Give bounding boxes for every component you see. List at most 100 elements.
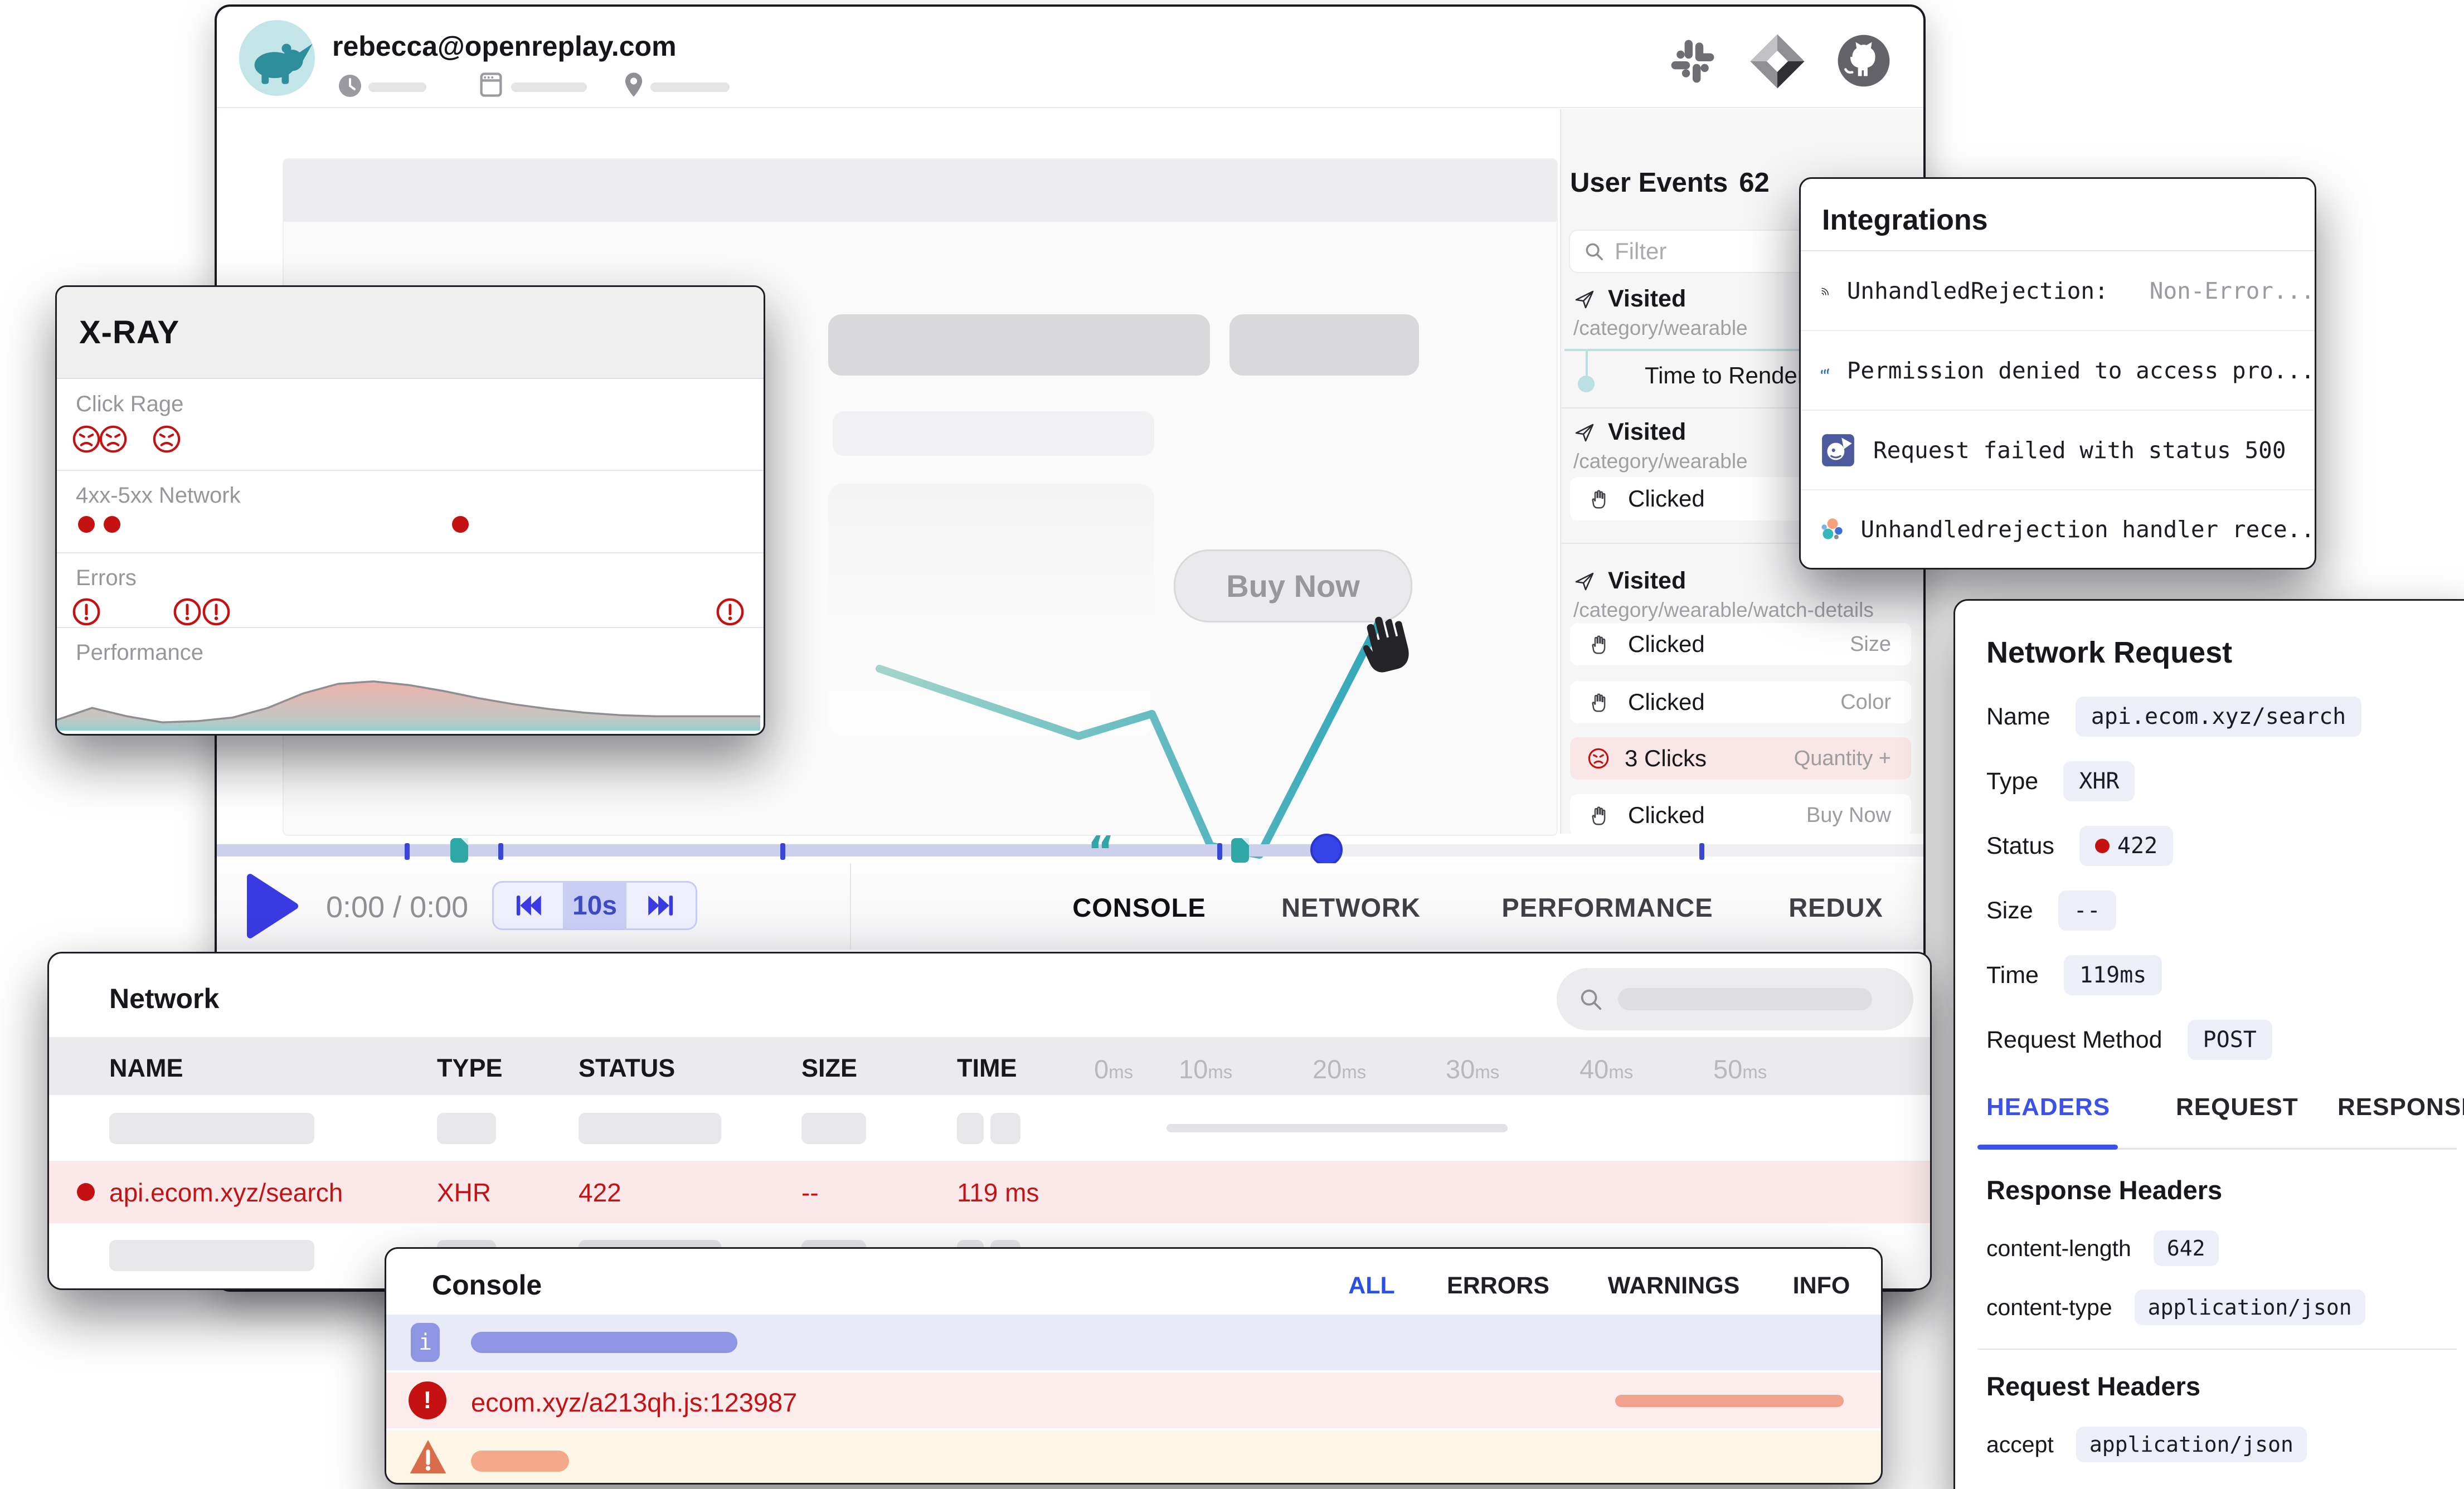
play-button[interactable] <box>246 873 299 939</box>
sentry-icon <box>1820 273 1830 309</box>
network-row-skeleton[interactable] <box>49 1095 1930 1161</box>
network-row-error[interactable]: api.ecom.xyz/search XHR 422 -- 119 ms <box>49 1161 1930 1223</box>
header-value[interactable]: application/json <box>2135 1290 2365 1325</box>
timeline-event-tick[interactable] <box>1699 843 1704 860</box>
event-label: Clicked <box>1628 485 1705 512</box>
event-label: Clicked <box>1628 802 1705 829</box>
datadog-icon <box>1820 432 1856 469</box>
location-pin-icon <box>619 69 648 100</box>
event-group-label: Visited <box>1608 419 1686 446</box>
integration-row-blue-waves[interactable]: Permission denied to access pro... <box>1801 331 2315 411</box>
tab-redux[interactable]: REDUX <box>1789 892 1883 923</box>
pointer-hand-icon <box>1589 691 1611 713</box>
timeline-progress <box>217 844 1329 857</box>
event-detail: Size <box>1850 632 1891 656</box>
header-value[interactable]: application/json <box>2076 1427 2307 1462</box>
skip-back-icon <box>514 891 543 920</box>
console-row-error[interactable]: ! ecom.xyz/a213qh.js:123987 <box>386 1373 1881 1428</box>
event-card-clicked[interactable]: Clicked Buy Now <box>1570 794 1911 834</box>
timeline-event-tick[interactable] <box>1217 843 1222 860</box>
error-icon[interactable] <box>71 596 102 627</box>
field-value[interactable]: XHR <box>2063 761 2135 801</box>
column-type[interactable]: TYPE <box>437 1054 503 1083</box>
tab-performance[interactable]: PERFORMANCE <box>1501 892 1713 923</box>
request-time: 119 ms <box>957 1177 1039 1208</box>
clock-icon <box>337 72 363 99</box>
field-value[interactable]: POST <box>2188 1020 2272 1060</box>
skip-back-button[interactable] <box>494 883 563 928</box>
timeline-event-tick[interactable] <box>780 843 785 860</box>
skip-forward-button[interactable] <box>626 883 696 928</box>
console-row-info[interactable]: i <box>386 1315 1881 1370</box>
tab-request[interactable]: REQUEST <box>2176 1093 2298 1121</box>
console-tab-warnings[interactable]: WARNINGS <box>1608 1272 1740 1300</box>
jira-icon[interactable] <box>1748 32 1806 90</box>
column-time[interactable]: TIME <box>957 1054 1017 1083</box>
column-status[interactable]: STATUS <box>579 1054 675 1083</box>
angry-face-icon[interactable] <box>98 424 129 455</box>
skip-controls: 10s <box>492 881 697 930</box>
event-group-path: /category/wearable/watch-details <box>1573 598 1874 622</box>
integration-row-elastic[interactable]: Unhandledrejection handler rece.. <box>1801 490 2315 568</box>
error-icon: ! <box>409 1381 446 1419</box>
integration-error-message: Request failed with status 500 <box>1873 437 2286 464</box>
session-header: rebecca@openreplay.com <box>217 7 1923 108</box>
error-icon[interactable] <box>201 596 232 627</box>
network-error-dot[interactable] <box>78 516 95 533</box>
network-search-input[interactable] <box>1557 968 1913 1030</box>
angry-face-icon[interactable] <box>151 424 182 455</box>
time-to-render-label: Time to Render <box>1645 362 1805 389</box>
angry-face-icon <box>1587 747 1610 770</box>
tab-headers[interactable]: HEADERS <box>1986 1093 2110 1121</box>
network-error-dot[interactable] <box>452 516 469 533</box>
playback-timeline[interactable]: “ <box>217 836 1923 863</box>
integration-row-datadog[interactable]: Request failed with status 500 <box>1801 411 2315 490</box>
event-label: Clicked <box>1628 689 1705 716</box>
event-group-label: Visited <box>1608 567 1686 595</box>
timeline-marker-icon[interactable] <box>1231 838 1250 863</box>
xray-section-label: Errors <box>76 566 137 591</box>
search-icon <box>1578 986 1603 1012</box>
github-icon[interactable] <box>1833 30 1894 91</box>
integration-row-sentry[interactable]: UnhandledRejection: Non-Error... <box>1801 251 2315 331</box>
field-row-type: Type XHR <box>1986 749 2455 814</box>
field-value[interactable]: 422 <box>2079 826 2173 866</box>
field-value[interactable]: -- <box>2058 891 2116 931</box>
active-tab-underline <box>1977 1145 2118 1150</box>
column-size[interactable]: SIZE <box>801 1054 857 1083</box>
header-value[interactable]: 642 <box>2154 1230 2219 1266</box>
rhino-icon <box>239 20 315 96</box>
error-icon[interactable] <box>172 596 203 627</box>
console-tab-all[interactable]: ALL <box>1348 1272 1395 1300</box>
field-value[interactable]: 119ms <box>2064 955 2162 995</box>
player-controls: 0:00 / 0:00 10s <box>217 863 1923 950</box>
event-card-rage-clicks[interactable]: 3 Clicks Quantity + <box>1570 737 1911 780</box>
header-label: accept <box>1986 1432 2054 1458</box>
timeline-event-tick[interactable] <box>405 843 410 860</box>
slack-icon[interactable] <box>1666 35 1719 88</box>
user-events-count: 62 <box>1739 167 1770 198</box>
event-card-clicked[interactable]: Clicked Color <box>1570 681 1911 723</box>
event-detail: Quantity + <box>1794 747 1891 771</box>
skip-interval-label[interactable]: 10s <box>563 883 626 928</box>
visited-icon <box>1573 421 1596 444</box>
column-name[interactable]: NAME <box>109 1054 183 1083</box>
playhead[interactable] <box>1310 834 1343 866</box>
timeline-marker-icon[interactable] <box>450 838 469 863</box>
network-error-dot[interactable] <box>104 516 120 533</box>
filter-placeholder: Filter <box>1615 238 1666 265</box>
tab-network[interactable]: NETWORK <box>1281 892 1421 923</box>
console-tab-errors[interactable]: ERRORS <box>1447 1272 1549 1300</box>
log-skeleton <box>471 1451 569 1472</box>
timeline-event-tick[interactable] <box>498 843 503 860</box>
tab-console[interactable]: CONSOLE <box>1072 892 1206 923</box>
status-error-dot <box>2095 839 2110 853</box>
console-row-warning[interactable] <box>386 1430 1881 1483</box>
console-tab-info[interactable]: INFO <box>1793 1272 1850 1300</box>
event-card-clicked[interactable]: Clicked Size <box>1570 623 1911 665</box>
field-value[interactable]: api.ecom.xyz/search <box>2076 697 2362 737</box>
integration-error-message: Permission denied to access pro... <box>1847 357 2315 384</box>
skip-forward-icon <box>647 891 675 920</box>
error-icon[interactable] <box>715 596 746 627</box>
tab-response[interactable]: RESPONSE <box>2337 1093 2464 1121</box>
